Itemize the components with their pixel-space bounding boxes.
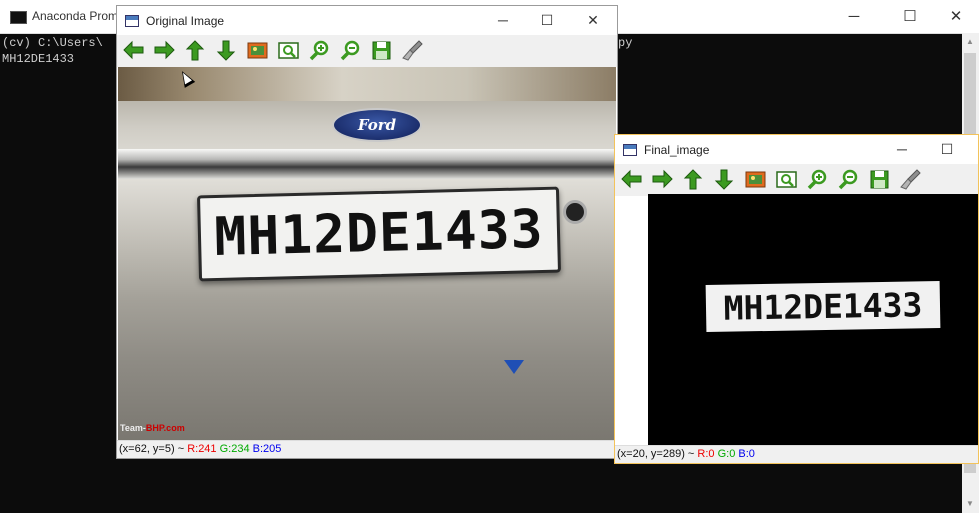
- dealer-logo-icon: [504, 359, 524, 374]
- window-app-icon: [623, 144, 637, 156]
- zoom-image-icon[interactable]: [245, 38, 273, 64]
- console-close-button[interactable]: ✕: [938, 5, 974, 29]
- status-r: R:241: [187, 443, 217, 455]
- pan-down-icon[interactable]: [712, 167, 740, 193]
- ford-badge-logo: Ford: [332, 108, 422, 142]
- final-statusbar: (x=20, y=289) ~ R:0 G:0 B:0: [615, 445, 978, 463]
- console-app-icon: [10, 11, 27, 24]
- console-line-1-tail: py: [618, 36, 633, 50]
- console-line-1: (cv) C:\Users\: [2, 36, 103, 50]
- window-app-icon: [125, 15, 139, 27]
- status-b: B:205: [252, 443, 282, 455]
- zoom-out-icon[interactable]: [338, 38, 366, 64]
- pan-up-icon[interactable]: [183, 38, 211, 64]
- pan-down-icon[interactable]: [214, 38, 242, 64]
- pan-up-icon[interactable]: [681, 167, 709, 193]
- original-image-canvas[interactable]: Ford MH12DE1433 Team-BHP.com: [118, 67, 616, 441]
- status-coords: (x=62, y=5) ~: [119, 443, 188, 455]
- final-window-title: Final_image: [644, 143, 710, 157]
- console-line-2: MH12DE1433: [2, 52, 75, 66]
- zoom-fit-icon[interactable]: [276, 38, 304, 64]
- final-minimize-button[interactable]: ─: [886, 138, 918, 160]
- final-maximize-button[interactable]: ☐: [931, 138, 963, 160]
- original-maximize-button[interactable]: ☐: [531, 9, 563, 31]
- status-g: G:234: [219, 443, 250, 455]
- original-statusbar: (x=62, y=5) ~ R:241 G:234 B:205: [117, 440, 617, 458]
- status-r: R:0: [697, 448, 715, 460]
- console-title: Anaconda Prompt: [32, 9, 129, 23]
- scroll-up-arrow-icon[interactable]: ▲: [966, 37, 974, 46]
- status-coords: (x=20, y=289) ~: [617, 448, 698, 460]
- pan-right-icon[interactable]: [152, 38, 180, 64]
- status-g: G:0: [717, 448, 736, 460]
- watermark: Team-BHP.com: [120, 423, 185, 433]
- final-window-titlebar[interactable]: Final_image ─ ☐: [615, 135, 978, 164]
- original-window-titlebar[interactable]: Original Image ─ ☐ ✕: [117, 6, 617, 35]
- pan-left-icon[interactable]: [619, 167, 647, 193]
- original-minimize-button[interactable]: ─: [487, 9, 519, 31]
- zoom-in-icon[interactable]: [805, 167, 833, 193]
- console-minimize-button[interactable]: ─: [836, 5, 872, 29]
- license-plate: MH12DE1433: [197, 186, 561, 282]
- pan-left-icon[interactable]: [121, 38, 149, 64]
- background-building: [118, 67, 616, 101]
- save-icon[interactable]: [867, 167, 895, 193]
- zoom-in-icon[interactable]: [307, 38, 335, 64]
- save-icon[interactable]: [369, 38, 397, 64]
- final-toolbar: [615, 164, 978, 196]
- console-output: (cv) C:\Users\ MH12DE1433: [2, 35, 103, 67]
- trunk-chrome-strip: [118, 149, 616, 179]
- dealer-logo: [504, 359, 599, 381]
- properties-icon[interactable]: [898, 167, 926, 193]
- final-image-window: Final_image ─ ☐ MH12DE1433 (x=20, y=289)…: [614, 134, 979, 464]
- zoom-out-icon[interactable]: [836, 167, 864, 193]
- status-b: B:0: [738, 448, 755, 460]
- zoom-fit-icon[interactable]: [774, 167, 802, 193]
- watermark-team: Team-: [120, 423, 146, 433]
- original-window-title: Original Image: [146, 14, 225, 28]
- pan-right-icon[interactable]: [650, 167, 678, 193]
- console-maximize-button[interactable]: ☐: [892, 5, 928, 29]
- trunk-lock-icon: [563, 200, 587, 224]
- original-toolbar: [117, 35, 617, 67]
- original-close-button[interactable]: ✕: [577, 9, 609, 31]
- zoom-image-icon[interactable]: [743, 167, 771, 193]
- final-image-canvas[interactable]: MH12DE1433: [648, 194, 978, 446]
- scroll-down-arrow-icon[interactable]: ▼: [966, 499, 974, 508]
- properties-icon[interactable]: [400, 38, 428, 64]
- cropped-plate: MH12DE1433: [705, 280, 941, 333]
- original-image-window: Original Image ─ ☐ ✕ Ford MH12DE1433 Tea…: [116, 5, 618, 459]
- watermark-bhp: BHP.com: [145, 423, 185, 433]
